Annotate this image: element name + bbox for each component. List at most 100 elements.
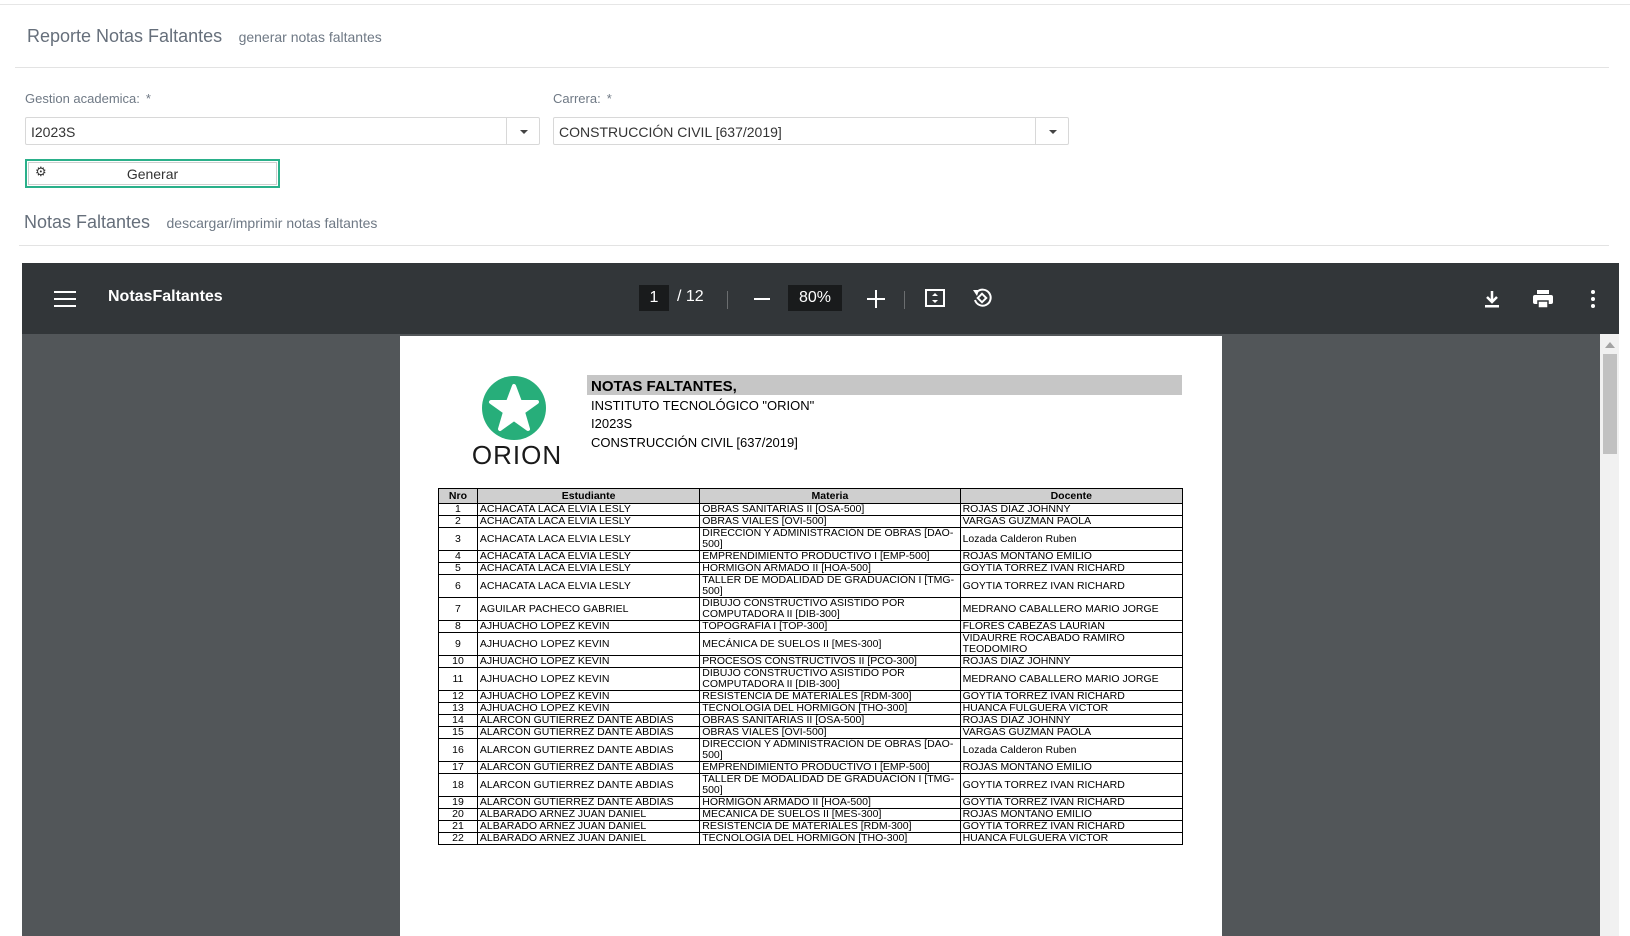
subject-name: DIRECCIÓN Y ADMINISTRACIÓN DE OBRAS [DAO…	[699, 527, 961, 551]
student-name: ALARCON GUTIERREZ DANTE ABDIAS	[476, 796, 701, 809]
teacher-name: ROJAS MONTAÑO EMILIO	[959, 550, 1184, 563]
subject-name: TALLER DE MODALIDAD DE GRADUACIÓN I [TMG…	[699, 773, 961, 797]
table-row: 22 ALBARADO ARNEZ JUAN DANIEL TECNOLOGÍA D…	[438, 832, 1184, 845]
student-name: AGUILAR PACHECO GABRIEL	[476, 597, 701, 621]
teacher-name: Lozada Calderon Ruben	[959, 527, 1184, 551]
rotate-icon[interactable]	[971, 287, 993, 309]
pdf-page: ORION NOTAS FALTANTES, INSTITUTO TECNOLÓ…	[400, 336, 1222, 936]
table-row: 18 ALARCON GUTIERREZ DANTE ABDIAS TALLER D…	[438, 773, 1184, 797]
divider	[727, 291, 728, 309]
teacher-name: ROJAS DIAZ JOHNNY	[959, 714, 1184, 727]
page-number-input[interactable]: 1	[639, 285, 669, 311]
student-name: AJHUACHO LOPEZ KEVIN	[476, 632, 701, 656]
row-number: 8	[438, 620, 478, 633]
teacher-name: GOYTIA TORREZ IVAN RICHARD	[959, 574, 1184, 598]
row-number: 16	[438, 738, 478, 762]
table-row: 5 ACHACATA LACA ELVIA LESLY HORMIGÓN ARMAD…	[438, 562, 1184, 575]
download-icon[interactable]	[1482, 289, 1502, 309]
student-name: ALARCON GUTIERREZ DANTE ABDIAS	[476, 726, 701, 739]
student-name: ALBARADO ARNEZ JUAN DANIEL	[476, 832, 701, 845]
section-subtitle: descargar/imprimir notas faltantes	[166, 215, 378, 231]
teacher-name: MEDRANO CABALLERO MARIO JORGE	[959, 667, 1184, 691]
carrera-select-value: CONSTRUCCIÓN CIVIL [637/2019]	[559, 124, 782, 140]
row-number: 12	[438, 690, 478, 703]
teacher-name: ROJAS DIAZ JOHNNY	[959, 503, 1184, 516]
scrollbar[interactable]	[1600, 334, 1619, 936]
more-icon[interactable]	[1590, 290, 1596, 308]
carrera-select[interactable]: CONSTRUCCIÓN CIVIL [637/2019]	[553, 117, 1069, 145]
student-name: ACHACATA LACA ELVIA LESLY	[476, 527, 701, 551]
student-name: ACHACATA LACA ELVIA LESLY	[476, 562, 701, 575]
table-row: 2 ACHACATA LACA ELVIA LESLY OBRAS VIALES […	[438, 515, 1184, 528]
subject-name: MECÁNICA DE SUELOS II [MES-300]	[699, 632, 961, 656]
gestion-select-value: I2023S	[31, 124, 76, 140]
report-gestion: I2023S	[591, 416, 633, 431]
table-row: 9 AJHUACHO LOPEZ KEVIN MECÁNICA DE SUELOS …	[438, 632, 1184, 656]
table-row: 8 AJHUACHO LOPEZ KEVIN TOPOGRAFÍA I [TOP-3…	[438, 620, 1184, 633]
teacher-name: VIDAURRE ROCABADO RAMIRO TEODOMIRO	[959, 632, 1184, 656]
subject-name: TALLER DE MODALIDAD DE GRADUACIÓN I [TMG…	[699, 574, 961, 598]
scroll-thumb[interactable]	[1603, 354, 1617, 454]
print-icon[interactable]	[1532, 289, 1554, 309]
column-header: Estudiante	[476, 488, 701, 504]
student-name: ALARCON GUTIERREZ DANTE ABDIAS	[476, 773, 701, 797]
row-number: 3	[438, 527, 478, 551]
menu-icon[interactable]	[54, 291, 76, 307]
subject-name: DIBUJO CONSTRUCTIVO ASISTIDO POR COMPUTA…	[699, 597, 961, 621]
teacher-name: ROJAS MONTAÑO EMILIO	[959, 808, 1184, 821]
page-total: / 12	[677, 288, 704, 305]
teacher-name: ROJAS DIAZ JOHNNY	[959, 655, 1184, 668]
generate-button[interactable]: ⚙ Generar	[25, 159, 280, 188]
teacher-name: Lozada Calderon Ruben	[959, 738, 1184, 762]
section-title: Reporte Notas Faltantes	[27, 26, 223, 46]
top-border	[0, 0, 1630, 5]
fit-page-icon[interactable]	[925, 288, 945, 308]
student-name: AJHUACHO LOPEZ KEVIN	[476, 655, 701, 668]
subject-name: DIBUJO CONSTRUCTIVO ASISTIDO POR COMPUTA…	[699, 667, 961, 691]
subject-name: DIRECCIÓN Y ADMINISTRACIÓN DE OBRAS [DAO…	[699, 738, 961, 762]
orion-logo: ORION	[462, 376, 572, 472]
row-number: 7	[438, 597, 478, 621]
student-name: AJHUACHO LOPEZ KEVIN	[476, 690, 701, 703]
chevron-down-icon[interactable]	[506, 118, 539, 144]
row-number: 15	[438, 726, 478, 739]
subject-name: OBRAS SANITARIAS II [OSA-500]	[699, 714, 961, 727]
subject-name: TECNOLOGÍA DEL HORMIGÓN [THO-300]	[699, 702, 961, 715]
teacher-name: GOYTIA TORREZ IVAN RICHARD	[959, 796, 1184, 809]
pdf-toolbar: NotasFaltantes 1 / 12 80%	[22, 263, 1619, 334]
row-number: 9	[438, 632, 478, 656]
section-header: Reporte Notas Faltantes generar notas fa…	[27, 26, 382, 47]
row-number: 2	[438, 515, 478, 528]
zoom-input[interactable]: 80%	[788, 285, 842, 311]
carrera-label: Carrera: *	[553, 91, 612, 106]
student-name: ALARCON GUTIERREZ DANTE ABDIAS	[476, 738, 701, 762]
teacher-name: GOYTIA TORREZ IVAN RICHARD	[959, 562, 1184, 575]
student-name: ALBARADO ARNEZ JUAN DANIEL	[476, 820, 701, 833]
gestion-select[interactable]: I2023S	[25, 117, 540, 145]
row-number: 22	[438, 832, 478, 845]
table-row: 6 ACHACATA LACA ELVIA LESLY TALLER DE MODA…	[438, 574, 1184, 598]
student-name: AJHUACHO LOPEZ KEVIN	[476, 702, 701, 715]
table-row: 11 AJHUACHO LOPEZ KEVIN DIBUJO CONSTRUCTIV…	[438, 667, 1184, 691]
subject-name: RESISTENCIA DE MATERIALES [RDM-300]	[699, 820, 961, 833]
subject-name: PROCESOS CONSTRUCTIVOS II [PCO-300]	[699, 655, 961, 668]
document-title: NotasFaltantes	[108, 288, 223, 305]
teacher-name: ROJAS MONTAÑO EMILIO	[959, 761, 1184, 774]
teacher-name: GOYTIA TORREZ IVAN RICHARD	[959, 820, 1184, 833]
zoom-out-icon[interactable]	[754, 298, 770, 300]
row-number: 10	[438, 655, 478, 668]
chevron-down-icon[interactable]	[1035, 118, 1068, 144]
table-header-row: Nro Estudiante Materia Docente	[438, 488, 1184, 504]
row-number: 5	[438, 562, 478, 575]
table-row: 17 ALARCON GUTIERREZ DANTE ABDIAS EMPRENDI…	[438, 761, 1184, 774]
table-row: 13 AJHUACHO LOPEZ KEVIN TECNOLOGÍA DEL HOR…	[438, 702, 1184, 715]
subject-name: OBRAS VIALES [OVI-500]	[699, 515, 961, 528]
table-row: 3 ACHACATA LACA ELVIA LESLY DIRECCIÓN Y AD…	[438, 527, 1184, 551]
report-institute: INSTITUTO TECNOLÓGICO "ORION"	[591, 398, 815, 413]
subject-name: TECNOLOGÍA DEL HORMIGÓN [THO-300]	[699, 832, 961, 845]
table-row: 12 AJHUACHO LOPEZ KEVIN RESISTENCIA DE MAT…	[438, 690, 1184, 703]
logo-circle	[482, 376, 546, 440]
scroll-up-icon[interactable]	[1605, 342, 1615, 348]
section-header: Notas Faltantes descargar/imprimir notas…	[24, 212, 377, 233]
zoom-in-icon[interactable]	[867, 290, 885, 308]
